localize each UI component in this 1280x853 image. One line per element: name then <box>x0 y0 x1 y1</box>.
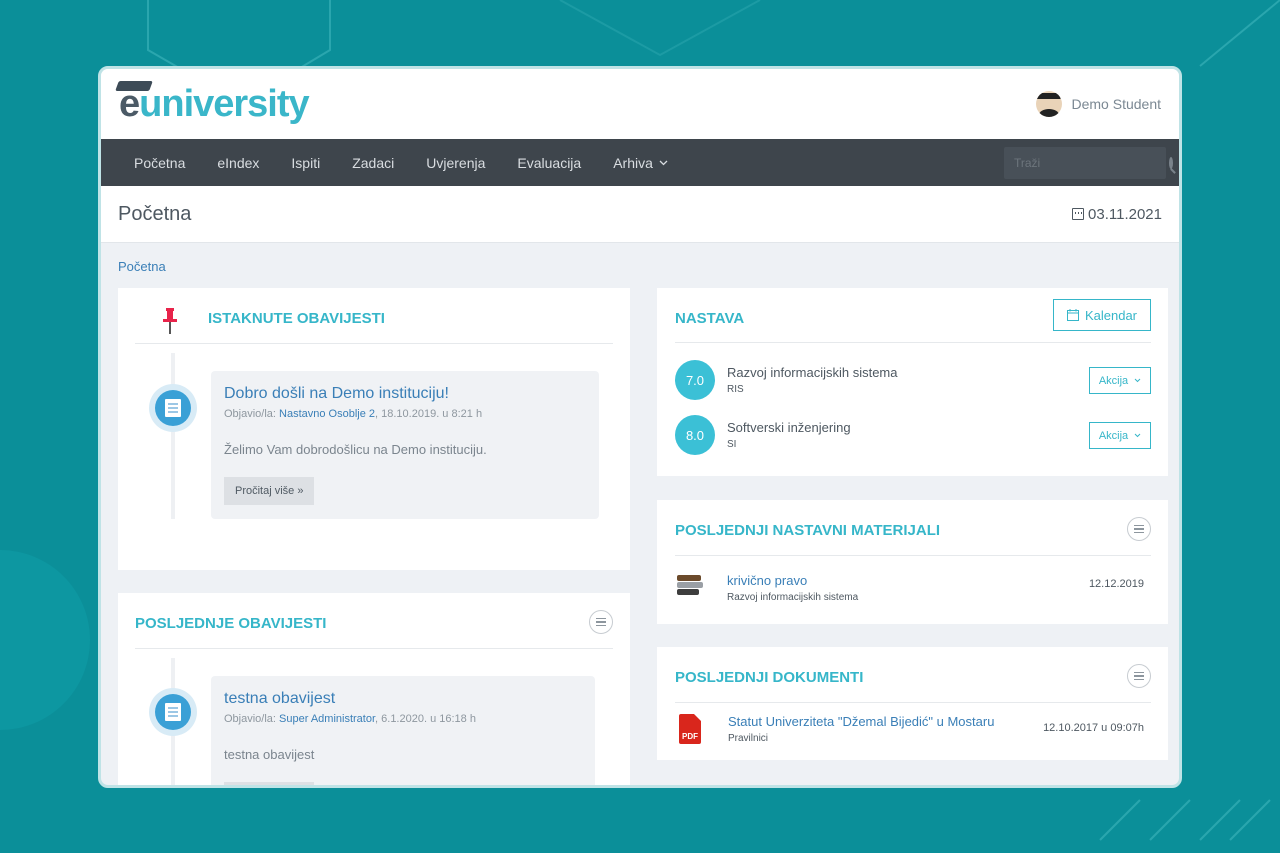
grade-badge: 8.0 <box>675 415 715 455</box>
search-box <box>1004 147 1173 179</box>
chevron-down-icon <box>1134 433 1141 438</box>
nav-item-arhiva[interactable]: Arhiva <box>597 155 684 171</box>
featured-title: ISTAKNUTE OBAVIJESTI <box>208 310 385 327</box>
divider <box>675 342 1151 343</box>
latest-title: POSLJEDNJE OBAVIJESTI <box>135 615 327 632</box>
header: e university Demo Student <box>101 69 1179 139</box>
chevron-down-icon <box>659 160 668 165</box>
pdf-icon: PDF <box>679 714 701 744</box>
latest-post: testna obavijest Objavio/la: Super Admin… <box>211 676 595 785</box>
list-icon[interactable] <box>1127 664 1151 688</box>
post-author[interactable]: Nastavno Osoblje 2 <box>279 408 375 420</box>
post-author[interactable]: Super Administrator <box>279 713 375 725</box>
nav-item-ispiti[interactable]: Ispiti <box>275 155 336 171</box>
pin-icon <box>163 308 177 334</box>
action-label: Akcija <box>1098 374 1129 387</box>
divider <box>675 702 1151 703</box>
user-menu[interactable]: Demo Student <box>1035 91 1162 117</box>
books-icon <box>677 575 703 599</box>
post-meta-prefix: Objavio/la: <box>224 713 280 725</box>
calendar-button[interactable]: Kalendar <box>1053 299 1151 331</box>
material-subject: Razvoj informacijskih sistema <box>727 592 859 603</box>
post-meta-suffix: , 18.10.2019. u 8:21 h <box>375 408 483 420</box>
action-dropdown[interactable]: Akcija <box>1089 422 1151 449</box>
post-body: testna obavijest <box>224 747 315 762</box>
post-meta: Objavio/la: Super Administrator, 6.1.202… <box>224 713 582 725</box>
course-code: RIS <box>727 384 744 395</box>
date-value: 03.11.2021 <box>1088 205 1162 223</box>
post-title[interactable]: testna obavijest <box>224 690 582 708</box>
nav-item-pocetna[interactable]: Početna <box>118 155 201 171</box>
app-window: e university Demo Student Početna eIndex … <box>98 66 1182 788</box>
teaching-title: NASTAVA <box>675 310 745 327</box>
material-date: 12.12.2019 <box>1088 578 1144 590</box>
nav-item-eindex[interactable]: eIndex <box>201 155 275 171</box>
featured-post: Dobro došli na Demo instituciju! Objavio… <box>211 371 599 519</box>
document-title[interactable]: Statut Univerziteta "Džemal Bijedić" u M… <box>728 714 994 729</box>
calendar-icon <box>1066 309 1079 321</box>
course-name[interactable]: Softverski inženjering <box>727 420 851 435</box>
nav-item-arhiva-label: Arhiva <box>613 154 653 171</box>
timeline-line <box>171 353 175 519</box>
search-icon[interactable] <box>1169 157 1173 169</box>
calendar-icon <box>1072 208 1085 220</box>
materials-title: POSLJEDNJI NASTAVNI MATERIJALI <box>675 522 941 539</box>
nav-item-evaluacija[interactable]: Evaluacija <box>501 155 597 171</box>
logo[interactable]: e university <box>115 80 310 126</box>
course-name[interactable]: Razvoj informacijskih sistema <box>727 365 898 380</box>
page-header: Početna 03.11.2021 <box>101 186 1179 243</box>
divider <box>135 343 613 344</box>
chevron-down-icon <box>1134 378 1141 383</box>
calendar-button-label: Kalendar <box>1084 307 1138 323</box>
document-category: Pravilnici <box>728 733 769 744</box>
course-code: SI <box>727 439 737 450</box>
action-label: Akcija <box>1098 429 1129 442</box>
post-meta-suffix: , 6.1.2020. u 16:18 h <box>375 713 476 725</box>
page-title: Početna <box>118 202 192 225</box>
announcement-icon <box>149 384 197 432</box>
main-navbar: Početna eIndex Ispiti Zadaci Uvjerenja E… <box>101 139 1179 186</box>
nav-item-uvjerenja[interactable]: Uvjerenja <box>410 155 501 171</box>
post-title[interactable]: Dobro došli na Demo instituciju! <box>224 385 586 403</box>
read-more-button[interactable] <box>224 782 314 785</box>
documents-card: POSLJEDNJI DOKUMENTI PDF Statut Univerzi… <box>657 647 1168 760</box>
list-icon[interactable] <box>1127 517 1151 541</box>
latest-announcements-card: POSLJEDNJE OBAVIJESTI testna obavijest O… <box>118 593 630 785</box>
avatar <box>1035 91 1062 117</box>
post-meta-prefix: Objavio/la: <box>224 408 280 420</box>
material-title[interactable]: krivično pravo <box>727 573 807 588</box>
documents-title: POSLJEDNJI DOKUMENTI <box>675 669 864 686</box>
user-name: Demo Student <box>1071 96 1162 112</box>
announcement-icon <box>149 688 197 736</box>
post-meta: Objavio/la: Nastavno Osoblje 2, 18.10.20… <box>224 408 586 420</box>
graduation-cap-icon <box>115 80 153 91</box>
logo-suffix: university <box>139 82 310 125</box>
divider <box>675 555 1151 556</box>
list-icon[interactable] <box>589 610 613 634</box>
materials-card: POSLJEDNJI NASTAVNI MATERIJALI krivično … <box>657 500 1168 624</box>
action-dropdown[interactable]: Akcija <box>1089 367 1151 394</box>
divider <box>135 648 613 649</box>
search-input[interactable] <box>1014 156 1169 170</box>
post-body: Želimo Vam dobrodošlicu na Demo instituc… <box>224 442 487 457</box>
document-date: 12.10.2017 u 09:07h <box>1043 722 1144 734</box>
nav-item-zadaci[interactable]: Zadaci <box>336 155 410 171</box>
grade-badge: 7.0 <box>675 360 715 400</box>
teaching-card: NASTAVA Kalendar 7.0 Razvoj informacijsk… <box>657 288 1168 476</box>
featured-announcements-card: ISTAKNUTE OBAVIJESTI Dobro došli na Demo… <box>118 288 630 570</box>
page-date: 03.11.2021 <box>1072 206 1162 223</box>
read-more-button[interactable]: Pročitaj više » <box>224 477 315 505</box>
breadcrumb[interactable]: Početna <box>118 259 166 274</box>
